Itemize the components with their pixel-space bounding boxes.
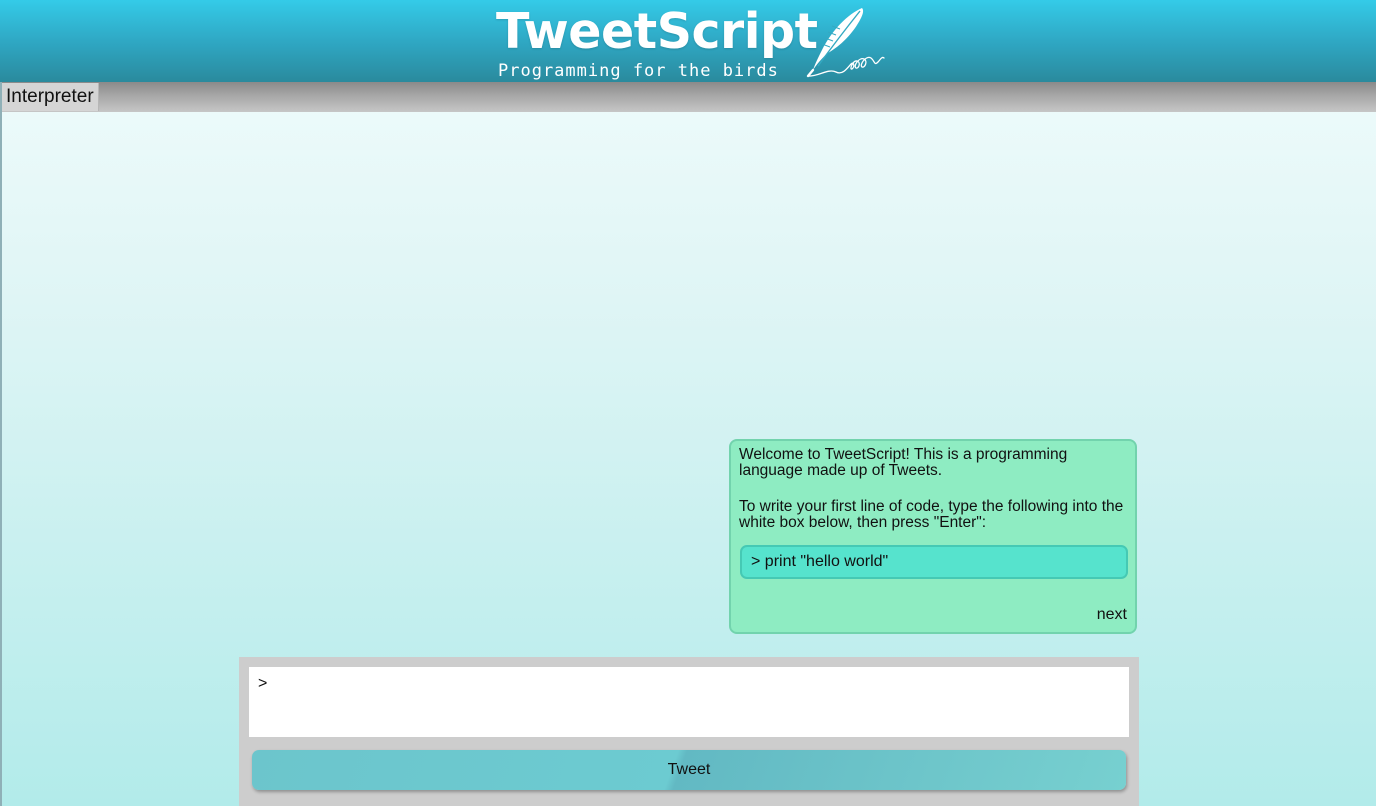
tutorial-panel: Welcome to TweetScript! This is a progra… (729, 439, 1137, 634)
tab-interpreter[interactable]: Interpreter (2, 83, 99, 111)
tweet-button[interactable]: Tweet (252, 750, 1126, 790)
tutorial-instruction-text: To write your first line of code, type t… (739, 498, 1124, 531)
tutorial-welcome-text: Welcome to TweetScript! This is a progra… (739, 446, 1068, 479)
console-panel: > Tweet (239, 657, 1139, 806)
logo-title: TweetScript (496, 3, 818, 60)
quill-icon (806, 8, 885, 78)
nav-bar: Interpreter (0, 82, 1376, 112)
code-input[interactable]: > (249, 667, 1129, 737)
next-link[interactable]: next (1097, 606, 1127, 624)
header-banner: TweetScript Programming for the birds (0, 0, 1376, 82)
left-edge-divider (0, 82, 2, 806)
code-example: > print "hello world" (740, 545, 1128, 579)
logo-tagline: Programming for the birds (498, 61, 779, 81)
